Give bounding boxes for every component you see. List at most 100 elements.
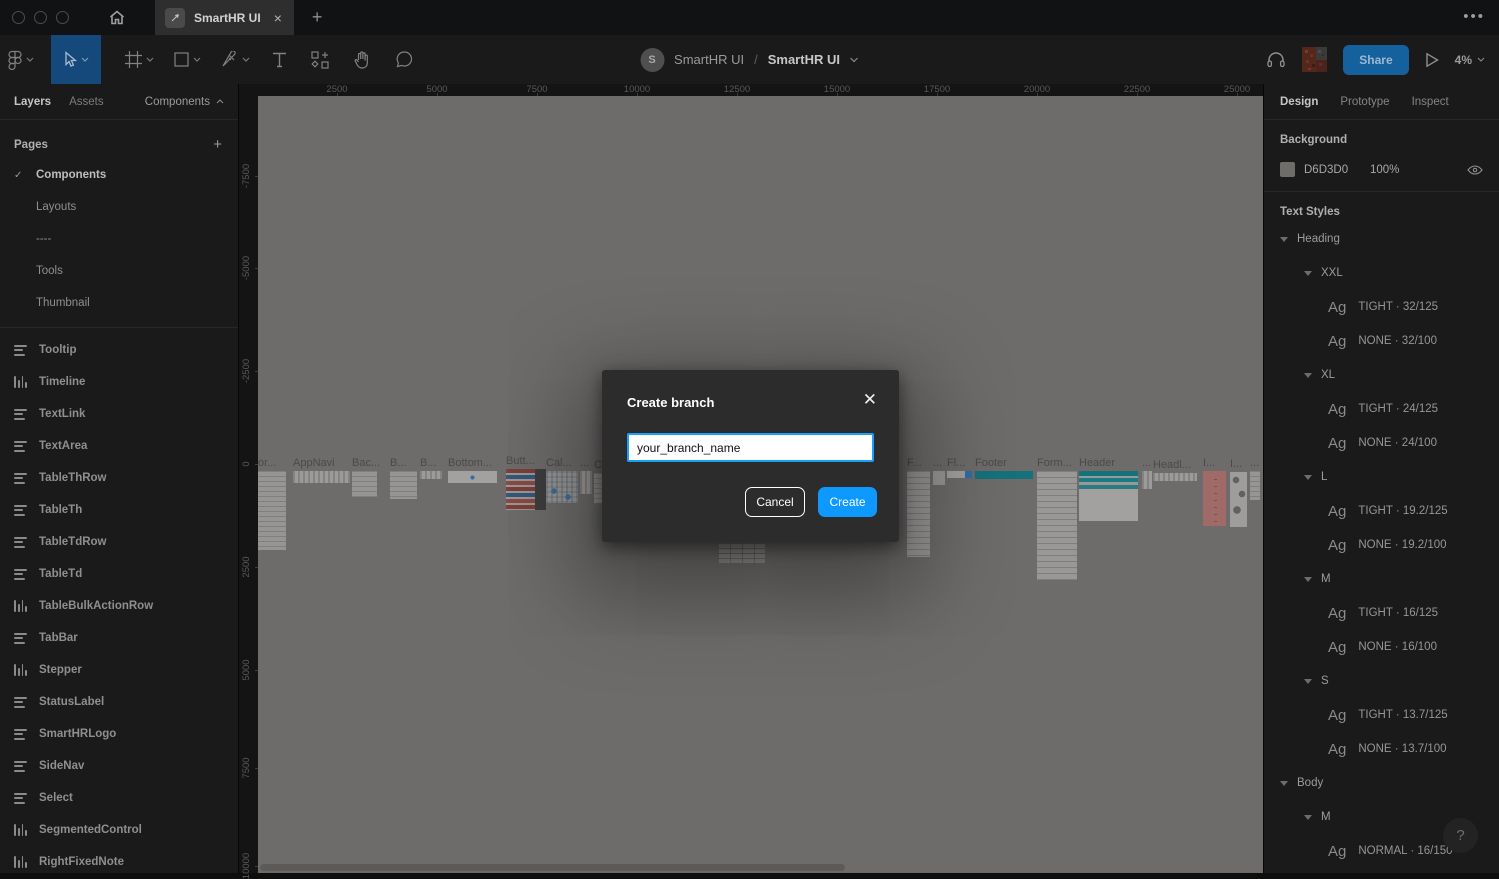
frame-thumbnail[interactable] <box>1153 473 1197 481</box>
caret-down-icon[interactable] <box>1304 679 1312 684</box>
new-tab-button[interactable]: + <box>312 7 323 28</box>
frame-label[interactable]: B... <box>420 457 437 469</box>
maximize-window-icon[interactable] <box>56 11 69 24</box>
frame-label[interactable]: or... <box>258 457 276 469</box>
text-style-group[interactable]: Heading <box>1280 222 1483 256</box>
layer-item-rightfixednote[interactable]: RightFixedNote <box>0 846 238 873</box>
caret-down-icon[interactable] <box>1304 271 1312 276</box>
frame-thumbnail[interactable] <box>947 471 972 478</box>
zoom-control[interactable]: 4% <box>1455 53 1485 67</box>
frame-thumbnail[interactable] <box>293 471 350 483</box>
help-button[interactable]: ? <box>1443 818 1478 853</box>
close-window-icon[interactable] <box>12 11 25 24</box>
layer-item-tabletd[interactable]: TableTd <box>0 558 238 590</box>
present-play-icon[interactable] <box>1425 52 1439 68</box>
shape-tool-button[interactable] <box>163 35 211 84</box>
window-menu-icon[interactable]: ••• <box>1463 8 1485 25</box>
create-button[interactable]: Create <box>818 487 877 517</box>
frame-thumbnail[interactable] <box>1250 471 1260 500</box>
layer-item-tabbar[interactable]: TabBar <box>0 622 238 654</box>
breadcrumb-team[interactable]: SmartHR UI <box>674 52 744 67</box>
text-style-item[interactable]: AgNONE · 16/100 <box>1280 630 1483 664</box>
chevron-down-icon[interactable] <box>850 57 859 63</box>
frame-label[interactable]: Form... <box>1037 457 1072 469</box>
pen-tool-button[interactable] <box>211 35 259 84</box>
page-item[interactable]: Tools <box>0 255 238 287</box>
text-style-item[interactable]: AgTIGHT · 13.7/125 <box>1280 698 1483 732</box>
text-style-item[interactable]: AgTIGHT · 16/125 <box>1280 596 1483 630</box>
frame-label[interactable]: Fl... <box>947 457 965 469</box>
audio-headphones-icon[interactable] <box>1266 50 1286 69</box>
tab-inspect[interactable]: Inspect <box>1412 96 1449 108</box>
branch-name-input[interactable] <box>627 433 874 462</box>
frame-label[interactable]: ... <box>933 457 942 469</box>
color-swatch[interactable] <box>1280 162 1295 177</box>
frame-label[interactable]: AppNavi <box>293 457 335 469</box>
background-opacity-value[interactable]: 100% <box>1370 164 1399 176</box>
page-item[interactable]: ---- <box>0 223 238 255</box>
frame-label[interactable]: ... <box>1250 457 1259 469</box>
layer-item-tablethrow[interactable]: TableThRow <box>0 462 238 494</box>
frame-thumbnail[interactable] <box>420 471 442 479</box>
frame-label[interactable]: I... <box>1203 457 1215 469</box>
text-style-item[interactable]: AgNONE · 13.7/100 <box>1280 732 1483 766</box>
layer-item-select[interactable]: Select <box>0 782 238 814</box>
text-style-group[interactable]: S <box>1280 664 1483 698</box>
frame-thumbnail[interactable] <box>1037 471 1077 580</box>
file-tab[interactable]: SmartHR UI × <box>155 0 294 35</box>
dialog-close-icon[interactable]: ✕ <box>863 390 877 410</box>
frame-thumbnail[interactable] <box>580 471 592 494</box>
share-button[interactable]: Share <box>1343 45 1408 75</box>
layer-item-tabletdrow[interactable]: TableTdRow <box>0 526 238 558</box>
background-hex-value[interactable]: D6D3D0 <box>1304 164 1370 176</box>
page-item[interactable]: ✓Components <box>0 159 238 191</box>
text-style-item[interactable]: AgTIGHT · 32/125 <box>1280 290 1483 324</box>
text-style-item[interactable]: AgNONE · 32/100 <box>1280 324 1483 358</box>
layer-item-textlink[interactable]: TextLink <box>0 398 238 430</box>
frame-thumbnail[interactable] <box>718 543 765 563</box>
text-style-group[interactable]: M <box>1280 562 1483 596</box>
caret-down-icon[interactable] <box>1304 475 1312 480</box>
caret-down-icon[interactable] <box>1280 781 1288 786</box>
text-style-item[interactable]: AgTIGHT · 19.2/125 <box>1280 494 1483 528</box>
hand-tool-button[interactable] <box>341 35 383 84</box>
frame-thumbnail[interactable] <box>546 471 578 503</box>
move-tool-button[interactable] <box>51 35 101 84</box>
frame-tool-button[interactable] <box>115 35 163 84</box>
frame-thumbnail[interactable] <box>1203 471 1226 526</box>
frame-label[interactable]: Header <box>1079 457 1115 469</box>
frame-label[interactable]: I... <box>1230 458 1242 470</box>
text-style-group[interactable]: L <box>1280 460 1483 494</box>
frame-label[interactable]: Butt... <box>506 455 535 467</box>
frame-thumbnail[interactable] <box>975 471 1033 479</box>
layer-item-textarea[interactable]: TextArea <box>0 430 238 462</box>
page-item[interactable]: Layouts <box>0 191 238 223</box>
frame-thumbnail[interactable] <box>352 471 377 497</box>
frame-thumbnail[interactable] <box>448 471 497 483</box>
resources-tool-button[interactable] <box>299 35 341 84</box>
layer-item-stepper[interactable]: Stepper <box>0 654 238 686</box>
frame-label[interactable]: Cal... <box>546 457 572 469</box>
cancel-button[interactable]: Cancel <box>745 487 805 517</box>
frame-label[interactable]: B... <box>390 457 407 469</box>
frame-thumbnail[interactable] <box>1142 471 1152 489</box>
tab-layers[interactable]: Layers <box>14 96 51 108</box>
text-style-group[interactable]: XL <box>1280 358 1483 392</box>
text-style-group[interactable]: XXL <box>1280 256 1483 290</box>
caret-down-icon[interactable] <box>1304 815 1312 820</box>
tab-close-icon[interactable]: × <box>274 10 282 26</box>
library-selector[interactable]: Components <box>145 96 224 108</box>
tab-design[interactable]: Design <box>1280 96 1318 108</box>
frame-label[interactable]: Bac... <box>352 457 380 469</box>
tab-prototype[interactable]: Prototype <box>1340 96 1389 108</box>
frame-label[interactable]: Bottom... <box>448 457 492 469</box>
breadcrumb-file[interactable]: SmartHR UI <box>768 52 840 67</box>
layer-item-tablebulkactionrow[interactable]: TableBulkActionRow <box>0 590 238 622</box>
minimize-window-icon[interactable] <box>34 11 47 24</box>
frame-thumbnail[interactable] <box>1079 471 1138 521</box>
text-style-group[interactable]: Body <box>1280 766 1483 800</box>
tab-assets[interactable]: Assets <box>69 96 104 108</box>
frame-label[interactable]: Footer <box>975 457 1007 469</box>
comment-tool-button[interactable] <box>383 35 425 84</box>
layer-item-smarthrlogo[interactable]: SmartHRLogo <box>0 718 238 750</box>
